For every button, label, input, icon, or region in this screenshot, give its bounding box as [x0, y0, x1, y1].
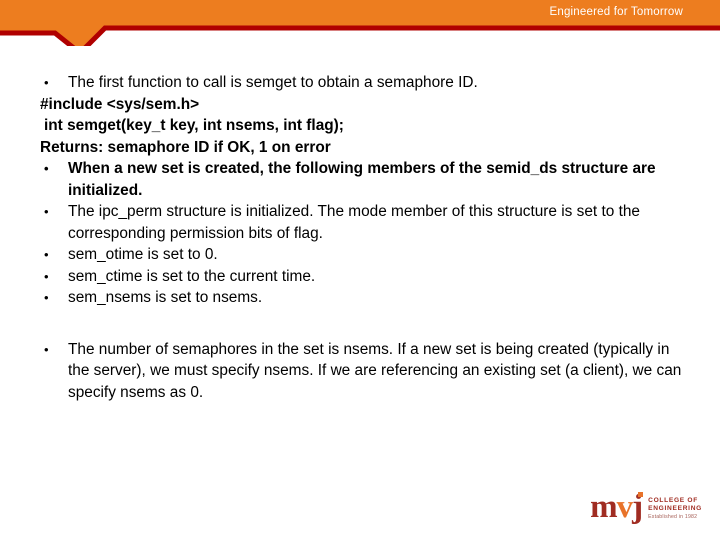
logo-letter-m: m — [590, 488, 617, 525]
mvj-logo: mvj COLLEGE OF ENGINEERING Established i… — [590, 490, 702, 524]
list-item-text: sem_nsems is set to nsems. — [68, 289, 263, 306]
logo-line-college: COLLEGE OF — [648, 497, 698, 505]
bullet-glyph: • — [44, 75, 49, 90]
code-line-prototype: int semget(key_t key, int nsems, int fla… — [44, 117, 344, 134]
list-item: • The number of semaphores in the set is… — [0, 339, 720, 404]
list-item-text: The number of semaphores in the set is n… — [68, 340, 682, 401]
list-item-text: The first function to call is semget to … — [68, 74, 478, 91]
list-item-text: When a new set is created, the following… — [68, 160, 656, 199]
list-item: • sem_nsems is set to nsems. — [0, 287, 720, 309]
list-item: • sem_otime is set to 0. — [0, 244, 720, 266]
slide: Engineered for Tomorrow • The first func… — [0, 0, 720, 540]
bullet-glyph: • — [44, 268, 49, 284]
list-item-text: sem_otime is set to 0. — [68, 246, 218, 263]
slide-header: Engineered for Tomorrow — [0, 0, 720, 46]
list-item-text: The ipc_perm structure is initialized. T… — [68, 203, 640, 242]
list-item: • sem_ctime is set to the current time. — [0, 266, 720, 288]
logo-line-engineering: ENGINEERING — [648, 504, 702, 512]
mvj-wordmark: mvj — [590, 488, 644, 525]
code-line-include: #include <sys/sem.h> — [40, 95, 200, 113]
logo-letter-v: v — [616, 488, 633, 525]
slide-body: • The first function to call is semget t… — [0, 72, 720, 403]
logo-line-established: Established in 1982 — [648, 513, 698, 520]
bullet-glyph: • — [44, 247, 49, 262]
list-item: • When a new set is created, the followi… — [0, 158, 720, 201]
list-item: • The first function to call is semget t… — [0, 72, 720, 94]
list-item-text: sem_ctime is set to the current time. — [68, 267, 316, 285]
list-item: • The ipc_perm structure is initialized.… — [0, 201, 720, 244]
bullet-glyph: • — [44, 341, 49, 357]
bullet-glyph: • — [44, 290, 49, 305]
bullet-glyph: • — [44, 161, 49, 176]
bullet-glyph: • — [44, 204, 49, 219]
header-red-rule — [0, 25, 720, 46]
logo-institution-text: COLLEGE OF ENGINEERING Established in 19… — [648, 494, 702, 520]
logo-accent-dot-icon — [638, 491, 644, 497]
header-tagline: Engineered for Tomorrow — [549, 6, 683, 18]
code-line-returns: Returns: semaphore ID if OK, 1 on error — [40, 138, 331, 156]
